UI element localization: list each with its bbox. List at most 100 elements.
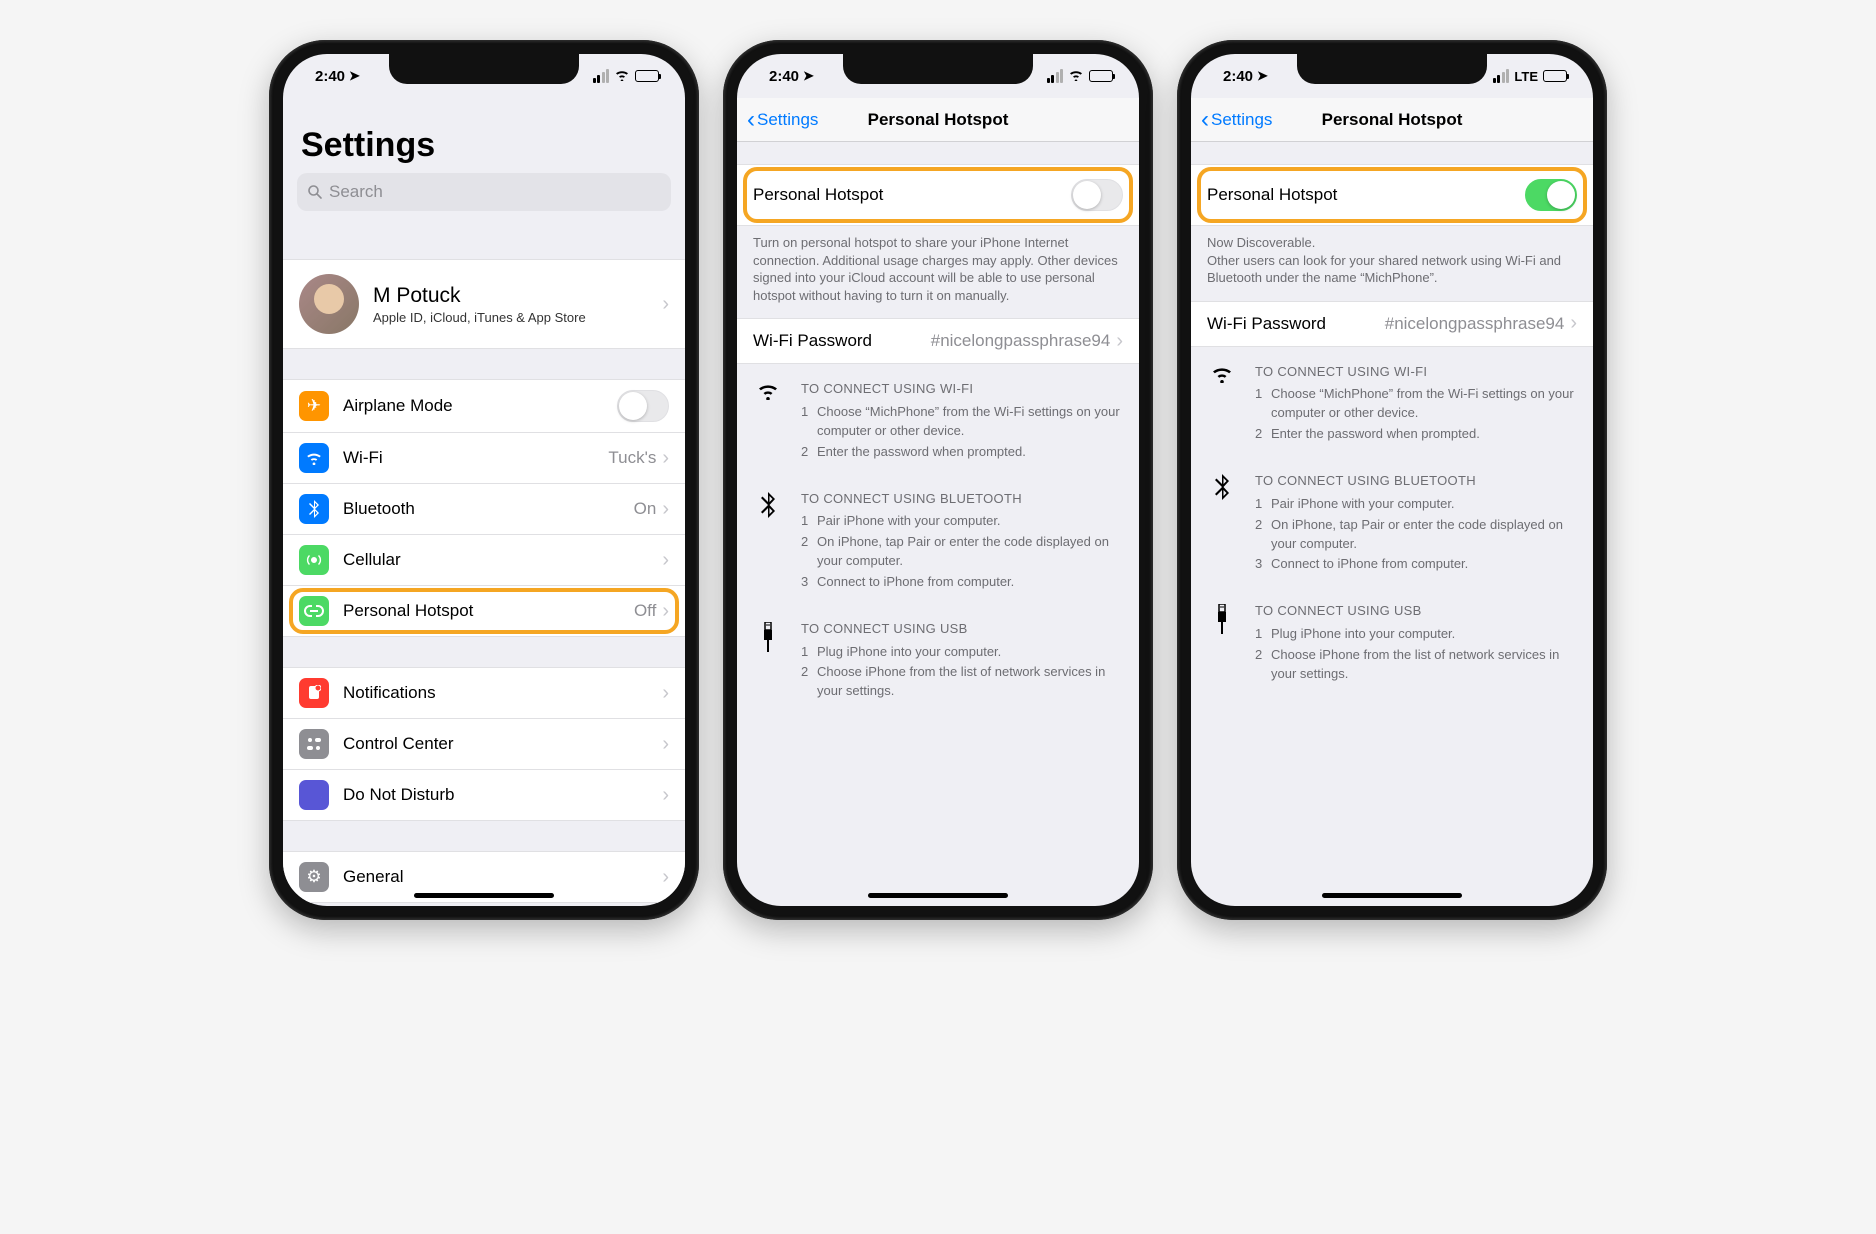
- nav-bar: ‹ Settings Personal Hotspot: [1191, 98, 1593, 142]
- back-label: Settings: [1211, 110, 1272, 130]
- info-wifi: TO CONNECT USING WI-FI 1Choose “MichPhon…: [1191, 347, 1593, 456]
- cellular-icon: [299, 545, 329, 575]
- back-button[interactable]: ‹ Settings: [1201, 108, 1272, 132]
- row-hotspot-toggle[interactable]: Personal Hotspot: [737, 164, 1139, 226]
- info-step: Plug iPhone into your computer.: [1271, 625, 1455, 644]
- notch: [389, 54, 579, 84]
- phone-frame-2: 2:40 ➤ ‹ Settings Personal Hotspot: [723, 40, 1153, 920]
- screen-hotspot-on: 2:40 ➤ LTE ‹ Settings Personal Hotspot P…: [1191, 54, 1593, 906]
- info-step: On iPhone, tap Pair or enter the code di…: [1271, 516, 1577, 554]
- toggle-label: Personal Hotspot: [753, 185, 1071, 205]
- home-indicator[interactable]: [868, 893, 1008, 898]
- row-label: Wi-Fi Password: [1207, 314, 1385, 334]
- chevron-right-icon: ›: [662, 498, 669, 521]
- info-step: Connect to iPhone from computer.: [1271, 555, 1468, 574]
- bluetooth-icon: [299, 494, 329, 524]
- location-icon: ➤: [349, 68, 360, 84]
- footer-line-2: Other users can look for your shared net…: [1207, 252, 1577, 287]
- row-label: Airplane Mode: [343, 396, 617, 416]
- battery-icon: [1543, 70, 1567, 82]
- row-label: Wi-Fi Password: [753, 331, 931, 351]
- toggle-label: Personal Hotspot: [1207, 185, 1525, 205]
- status-time: 2:40: [769, 68, 799, 85]
- status-time: 2:40: [315, 68, 345, 85]
- bluetooth-icon: [753, 490, 783, 594]
- chevron-right-icon: ›: [1116, 330, 1123, 353]
- airplane-icon: ✈: [299, 391, 329, 421]
- chevron-right-icon: ›: [662, 549, 669, 572]
- row-wifi-password[interactable]: Wi-Fi Password #nicelongpassphrase94 ›: [737, 318, 1139, 364]
- chevron-right-icon: ›: [1570, 312, 1577, 335]
- screen-hotspot-off: 2:40 ➤ ‹ Settings Personal Hotspot: [737, 54, 1139, 906]
- row-label: Do Not Disturb: [343, 785, 662, 805]
- info-step: Plug iPhone into your computer.: [817, 643, 1001, 662]
- row-wifi[interactable]: Wi-Fi Tuck's ›: [283, 433, 685, 484]
- cellular-signal-icon: [1047, 69, 1064, 83]
- info-title: TO CONNECT USING BLUETOOTH: [1255, 472, 1577, 491]
- password-value: #nicelongpassphrase94: [931, 331, 1111, 351]
- hotspot-icon: [299, 596, 329, 626]
- info-title: TO CONNECT USING WI-FI: [801, 380, 1123, 399]
- back-button[interactable]: ‹ Settings: [747, 108, 818, 132]
- row-airplane-mode[interactable]: ✈ Airplane Mode: [283, 379, 685, 433]
- row-label: General: [343, 867, 662, 887]
- footer-text: Turn on personal hotspot to share your i…: [737, 226, 1139, 318]
- footer-text: Now Discoverable. Other users can look f…: [1191, 226, 1593, 301]
- row-label: Notifications: [343, 683, 662, 703]
- row-bluetooth[interactable]: Bluetooth On ›: [283, 484, 685, 535]
- nav-bar: ‹ Settings Personal Hotspot: [737, 98, 1139, 142]
- info-step: Choose “MichPhone” from the Wi-Fi settin…: [817, 403, 1123, 441]
- usb-icon: [753, 620, 783, 703]
- info-step: Choose “MichPhone” from the Wi-Fi settin…: [1271, 385, 1577, 423]
- hotspot-toggle-off[interactable]: [1071, 179, 1123, 211]
- info-step: Connect to iPhone from computer.: [817, 573, 1014, 592]
- notch: [1297, 54, 1487, 84]
- battery-icon: [1089, 70, 1113, 82]
- info-bluetooth: TO CONNECT USING BLUETOOTH 1Pair iPhone …: [1191, 456, 1593, 586]
- chevron-left-icon: ‹: [747, 108, 755, 132]
- apple-id-row[interactable]: M Potuck Apple ID, iCloud, iTunes & App …: [283, 259, 685, 349]
- info-usb: TO CONNECT USING USB 1Plug iPhone into y…: [1191, 586, 1593, 695]
- notch: [843, 54, 1033, 84]
- screen-settings: 2:40 ➤ Settings Search: [283, 54, 685, 906]
- airplane-toggle[interactable]: [617, 390, 669, 422]
- usb-icon: [1207, 602, 1237, 685]
- home-indicator[interactable]: [1322, 893, 1462, 898]
- info-step: Enter the password when prompted.: [1271, 425, 1480, 444]
- cellular-signal-icon: [593, 69, 610, 83]
- control-center-icon: [299, 729, 329, 759]
- chevron-right-icon: ›: [662, 866, 669, 889]
- hotspot-toggle-on[interactable]: [1525, 179, 1577, 211]
- status-time: 2:40: [1223, 68, 1253, 85]
- info-title: TO CONNECT USING WI-FI: [1255, 363, 1577, 382]
- row-label: Bluetooth: [343, 499, 634, 519]
- row-label: Control Center: [343, 734, 662, 754]
- profile-name: M Potuck: [373, 284, 662, 308]
- home-indicator[interactable]: [414, 893, 554, 898]
- row-control-center[interactable]: Control Center ›: [283, 719, 685, 770]
- back-label: Settings: [757, 110, 818, 130]
- profile-subtitle: Apple ID, iCloud, iTunes & App Store: [373, 310, 662, 325]
- wifi-icon: [614, 68, 630, 85]
- dnd-icon: [299, 780, 329, 810]
- chevron-right-icon: ›: [662, 600, 669, 623]
- row-cellular[interactable]: Cellular ›: [283, 535, 685, 586]
- bluetooth-icon: [1207, 472, 1237, 576]
- info-usb: TO CONNECT USING USB 1Plug iPhone into y…: [737, 604, 1139, 713]
- row-wifi-password[interactable]: Wi-Fi Password #nicelongpassphrase94 ›: [1191, 301, 1593, 347]
- page-title: Settings: [283, 98, 685, 173]
- row-personal-hotspot[interactable]: Personal Hotspot Off ›: [283, 586, 685, 637]
- row-hotspot-toggle[interactable]: Personal Hotspot: [1191, 164, 1593, 226]
- chevron-right-icon: ›: [662, 293, 669, 316]
- row-do-not-disturb[interactable]: Do Not Disturb ›: [283, 770, 685, 821]
- row-notifications[interactable]: Notifications ›: [283, 667, 685, 719]
- chevron-left-icon: ‹: [1201, 108, 1209, 132]
- chevron-right-icon: ›: [662, 733, 669, 756]
- battery-icon: [635, 70, 659, 82]
- chevron-right-icon: ›: [662, 682, 669, 705]
- row-label: Personal Hotspot: [343, 601, 634, 621]
- network-type: LTE: [1514, 69, 1538, 84]
- search-input[interactable]: Search: [297, 173, 671, 211]
- chevron-right-icon: ›: [662, 447, 669, 470]
- cellular-signal-icon: [1493, 69, 1510, 83]
